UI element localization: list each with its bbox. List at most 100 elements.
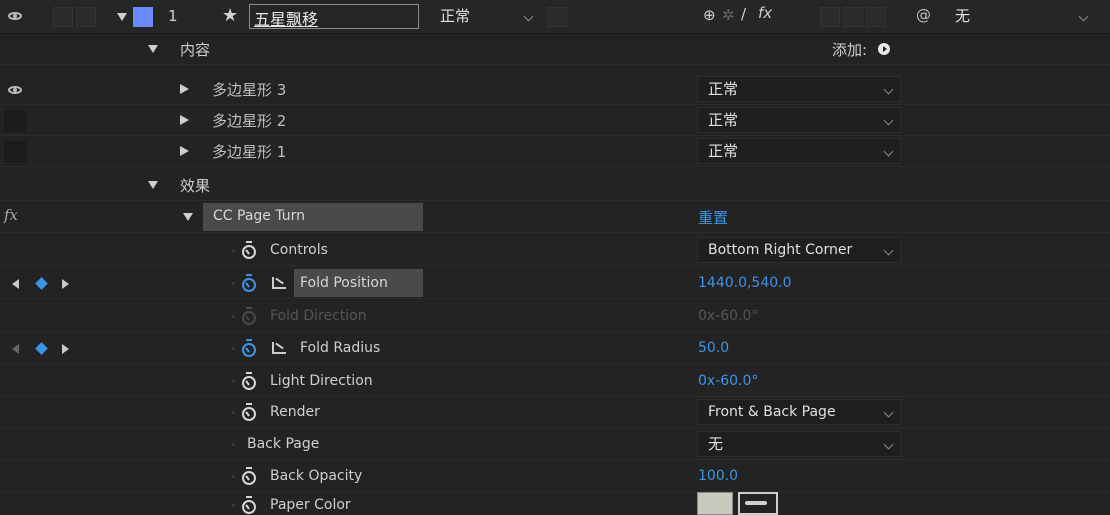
eye-icon[interactable] <box>8 12 22 20</box>
eye-icon[interactable] <box>8 86 22 94</box>
stopwatch-icon[interactable] <box>242 241 256 259</box>
effects-expand-icon[interactable] <box>148 181 158 189</box>
keyframe-diamond-icon[interactable] <box>35 342 48 355</box>
stopwatch-icon[interactable] <box>242 307 256 325</box>
property-row-controls[interactable]: Controls Bottom Right Corner <box>0 235 1110 266</box>
contents-expand-icon[interactable] <box>148 45 158 53</box>
stopwatch-icon[interactable] <box>242 403 256 421</box>
shape-mode-dropdown[interactable]: 正常 <box>697 76 901 102</box>
expand-arrow-icon[interactable] <box>180 115 189 125</box>
layer-number: 1 <box>168 7 178 25</box>
effect-name[interactable]: CC Page Turn <box>213 208 305 224</box>
shape-mode-dropdown[interactable]: 正常 <box>697 138 901 164</box>
prev-keyframe-icon[interactable] <box>12 344 19 354</box>
effects-label: 效果 <box>180 177 211 195</box>
indent-dot <box>232 347 235 350</box>
property-row-fold-radius[interactable]: Fold Radius 50.0 <box>0 333 1110 364</box>
property-label: Controls <box>270 242 328 258</box>
expand-arrow-icon[interactable] <box>180 146 189 156</box>
shy-icon[interactable]: ⊕ <box>703 6 716 24</box>
shape-row[interactable]: 多边星形 1 正常 <box>0 136 1110 167</box>
chevron-down-icon <box>883 407 894 418</box>
back-page-value: 无 <box>708 435 724 453</box>
chevron-down-icon <box>523 11 534 22</box>
property-row-paper-color[interactable]: Paper Color <box>0 492 1110 515</box>
reset-button[interactable]: 重置 <box>698 207 728 228</box>
parent-value: 无 <box>955 7 971 25</box>
fx-icon[interactable]: fx <box>4 206 18 224</box>
keyframe-diamond-icon[interactable] <box>35 277 48 290</box>
property-row-render[interactable]: Render Front & Back Page <box>0 397 1110 428</box>
trkmat-box[interactable] <box>547 7 567 27</box>
property-row-light-direction[interactable]: Light Direction 0x-60.0° <box>0 366 1110 397</box>
collapse-icon[interactable]: ✲ <box>722 6 735 24</box>
property-row-back-opacity[interactable]: Back Opacity 100.0 <box>0 461 1110 492</box>
stopwatch-icon[interactable] <box>242 467 256 485</box>
layer-expand-icon[interactable] <box>117 13 127 21</box>
indent-dot <box>232 475 235 478</box>
play-arrow-icon <box>883 46 887 52</box>
contents-label: 内容 <box>180 41 211 59</box>
audio-toggle[interactable] <box>53 7 73 27</box>
next-keyframe-icon[interactable] <box>62 279 69 289</box>
chevron-down-icon <box>883 84 894 95</box>
shape-mode-dropdown[interactable]: 正常 <box>697 107 901 133</box>
back-page-dropdown[interactable]: 无 <box>697 431 901 457</box>
layer-row[interactable]: 1 ★ 五星飘移 正常 ⊕ ✲ / fx @ 无 <box>0 0 1110 34</box>
controls-value: Bottom Right Corner <box>708 242 853 258</box>
stopwatch-icon[interactable] <box>242 339 256 357</box>
indent-dot <box>232 282 235 285</box>
graph-icon[interactable] <box>272 342 286 354</box>
shape-mode-value: 正常 <box>708 142 739 160</box>
chevron-down-icon <box>883 146 894 157</box>
chevron-down-icon <box>883 439 894 450</box>
solo-toggle[interactable] <box>76 7 96 27</box>
parent-pickwhip-icon[interactable]: @ <box>916 6 931 24</box>
chevron-down-icon <box>1078 11 1089 22</box>
property-row-back-page[interactable]: Back Page 无 <box>0 429 1110 460</box>
stopwatch-icon[interactable] <box>242 274 256 292</box>
adjustment-box[interactable] <box>843 7 863 27</box>
next-keyframe-icon[interactable] <box>62 344 69 354</box>
eyedropper-glyph <box>745 501 767 505</box>
stopwatch-icon[interactable] <box>242 372 256 390</box>
motion-blur-box[interactable] <box>820 7 840 27</box>
property-label: Back Opacity <box>270 468 363 484</box>
graph-icon[interactable] <box>272 277 286 289</box>
paper-color-swatch[interactable] <box>697 492 733 515</box>
eye-toggle-empty[interactable] <box>4 110 26 132</box>
layer-mode-dropdown[interactable]: 正常 <box>430 4 540 30</box>
prev-keyframe-icon[interactable] <box>12 279 19 289</box>
indent-dot <box>232 315 235 318</box>
shape-name: 多边星形 2 <box>212 112 287 130</box>
eye-toggle-empty[interactable] <box>4 141 26 163</box>
quality-icon[interactable]: / <box>741 5 746 23</box>
layer-color-label[interactable] <box>133 7 153 27</box>
parent-dropdown[interactable]: 无 <box>945 4 1095 30</box>
back-opacity-value[interactable]: 100.0 <box>698 468 738 484</box>
add-label[interactable]: 添加: <box>832 39 867 60</box>
shape-row[interactable]: 多边星形 2 正常 <box>0 105 1110 136</box>
render-dropdown[interactable]: Front & Back Page <box>697 399 901 425</box>
shape-mode-value: 正常 <box>708 80 739 98</box>
shape-name: 多边星形 1 <box>212 143 287 161</box>
shape-row[interactable]: 多边星形 3 正常 <box>0 74 1110 105</box>
light-direction-value[interactable]: 0x-60.0° <box>698 373 758 389</box>
3d-box[interactable] <box>866 7 886 27</box>
contents-row[interactable]: 内容 添加: <box>0 34 1110 65</box>
property-label: Fold Radius <box>300 340 381 356</box>
property-row-fold-position[interactable]: Fold Position 1440.0,540.0 <box>0 268 1110 299</box>
fx-switch-icon[interactable]: fx <box>758 4 772 22</box>
effects-row[interactable]: 效果 <box>0 170 1110 201</box>
fold-radius-value[interactable]: 50.0 <box>698 340 729 356</box>
property-label: Light Direction <box>270 373 373 389</box>
effect-row[interactable]: fx CC Page Turn 重置 <box>0 201 1110 233</box>
expand-arrow-icon[interactable] <box>180 84 189 94</box>
indent-dot <box>232 504 235 507</box>
stopwatch-icon[interactable] <box>242 496 256 514</box>
controls-dropdown[interactable]: Bottom Right Corner <box>697 237 901 263</box>
effect-expand-icon[interactable] <box>183 213 193 221</box>
property-row-fold-direction[interactable]: Fold Direction 0x-60.0° <box>0 301 1110 332</box>
fold-position-value[interactable]: 1440.0,540.0 <box>698 275 792 291</box>
indent-dot <box>232 249 235 252</box>
